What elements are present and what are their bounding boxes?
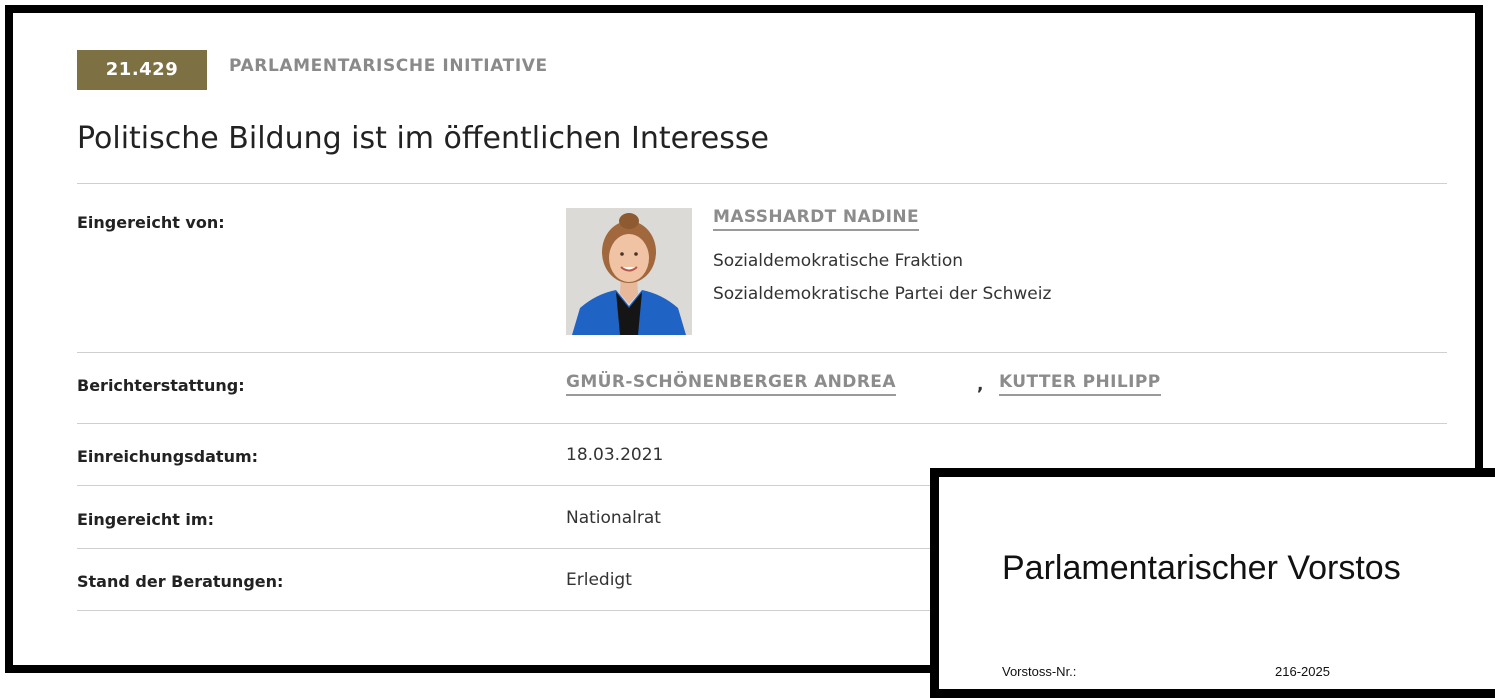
vorstoss-number-label: Vorstoss-Nr.: (1002, 664, 1077, 679)
business-type-label: PARLAMENTARISCHE INITIATIVE (229, 56, 548, 76)
divider (77, 423, 1447, 424)
divider (77, 183, 1447, 184)
status-value: Erledigt (566, 570, 632, 590)
author-link[interactable]: MASSHARDT NADINE (713, 207, 919, 231)
author-group: Sozialdemokratische Fraktion (713, 251, 964, 271)
author-party: Sozialdemokratische Partei der Schweiz (713, 284, 1052, 304)
author-portrait-image (566, 208, 692, 335)
council-label: Eingereicht im: (77, 510, 214, 529)
vorstoss-number-value: 216-2025 (1275, 664, 1330, 679)
submitted-by-label: Eingereicht von: (77, 213, 225, 232)
screenshot-frame: 21.429 PARLAMENTARISCHE INITIATIVE Polit… (0, 0, 1495, 698)
date-value: 18.03.2021 (566, 445, 664, 465)
reporting-label: Berichterstattung: (77, 376, 245, 395)
reporter-link-kutter[interactable]: KUTTER PHILIPP (999, 372, 1161, 396)
business-number-badge: 21.429 (77, 50, 207, 90)
date-label: Einreichungsdatum: (77, 447, 259, 466)
document-excerpt-panel: Parlamentarischer Vorstos Vorstoss-Nr.: … (930, 468, 1495, 698)
page-title: Politische Bildung ist im öffentlichen I… (77, 121, 769, 156)
author-avatar[interactable] (566, 208, 692, 335)
status-label: Stand der Beratungen: (77, 572, 284, 591)
divider (77, 352, 1447, 353)
reporter-link-gmuer[interactable]: GMÜR-SCHÖNENBERGER ANDREA (566, 372, 896, 396)
document-title: Parlamentarischer Vorstos (1002, 549, 1401, 587)
council-value: Nationalrat (566, 508, 661, 528)
reporter-separator: , (977, 375, 984, 395)
